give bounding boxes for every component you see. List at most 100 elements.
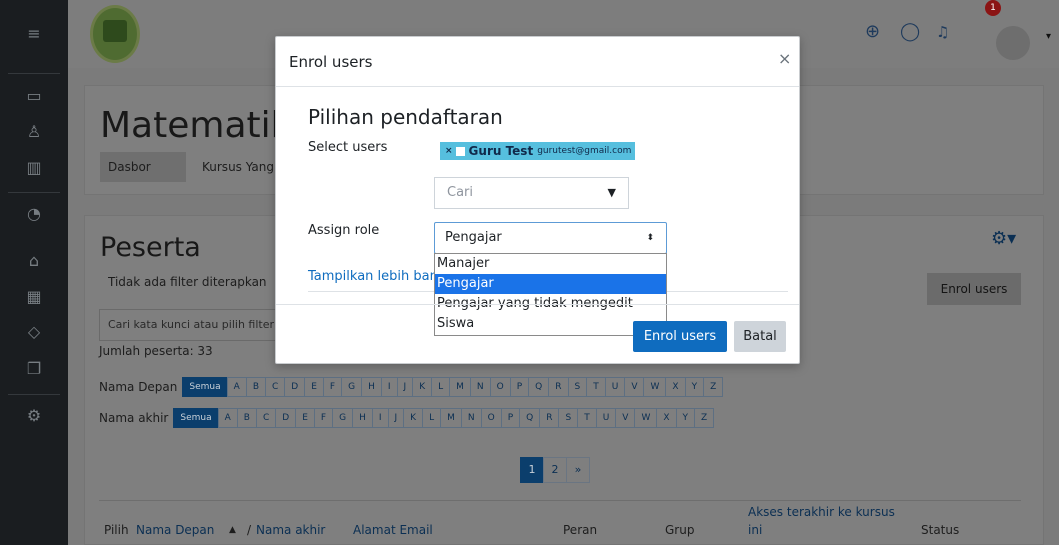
last-name-letter-c[interactable]: C: [255, 408, 277, 428]
graduation-cap-icon[interactable]: ◇: [0, 322, 68, 342]
last-name-letter-w[interactable]: W: [634, 408, 658, 428]
bell-icon[interactable]: ♫: [936, 22, 949, 42]
close-icon[interactable]: ×: [778, 49, 791, 68]
book-icon[interactable]: ▥: [0, 158, 68, 178]
first-name-letter-u[interactable]: U: [604, 377, 626, 397]
first-name-letter-x[interactable]: X: [665, 377, 686, 397]
last-name-all[interactable]: Semua: [173, 408, 219, 428]
column-last-access-cont[interactable]: ini: [748, 523, 762, 537]
first-name-letter-r[interactable]: R: [548, 377, 569, 397]
enrolment-options-heading: Pilihan pendaftaran: [308, 105, 503, 129]
last-name-filter: Nama akhir Semua ABCDEFGHIJKLMNOPQRSTUVW…: [99, 407, 715, 429]
assign-role-label: Assign role: [308, 223, 380, 238]
last-name-letter-p[interactable]: P: [500, 408, 521, 428]
first-name-letter-a[interactable]: A: [226, 377, 247, 397]
remove-tag-icon[interactable]: ×: [445, 146, 453, 156]
last-name-letter-j[interactable]: J: [387, 408, 405, 428]
last-name-letter-e[interactable]: E: [295, 408, 315, 428]
first-name-letter-e[interactable]: E: [304, 377, 324, 397]
assign-role-select[interactable]: Pengajar ⬍: [434, 222, 667, 254]
first-name-letter-t[interactable]: T: [586, 377, 606, 397]
cancel-button[interactable]: Batal: [734, 321, 786, 352]
last-name-letter-a[interactable]: A: [217, 408, 238, 428]
role-option-manajer[interactable]: Manajer: [435, 254, 666, 274]
last-name-letter-k[interactable]: K: [403, 408, 424, 428]
column-first-name[interactable]: Nama Depan: [136, 523, 214, 537]
sidebar-divider: [8, 73, 60, 74]
last-name-letter-f[interactable]: F: [313, 408, 334, 428]
first-name-letter-f[interactable]: F: [322, 377, 343, 397]
first-name-letter-c[interactable]: C: [265, 377, 286, 397]
user-search-select[interactable]: Cari ▼: [434, 177, 629, 209]
first-name-letter-m[interactable]: M: [449, 377, 471, 397]
last-name-letter-n[interactable]: N: [460, 408, 482, 428]
column-last-name[interactable]: Nama akhir: [256, 523, 325, 537]
gauge-icon[interactable]: ◔: [0, 204, 68, 224]
last-name-letter-l[interactable]: L: [422, 408, 442, 428]
column-separator: /: [247, 523, 252, 537]
breadcrumb-item-kursus[interactable]: Kursus Yang Saya Ikuti: [202, 152, 274, 182]
first-name-letter-b[interactable]: B: [245, 377, 266, 397]
first-name-letter-g[interactable]: G: [341, 377, 363, 397]
enrol-users-submit-button[interactable]: Enrol users: [633, 321, 727, 352]
last-name-letter-z[interactable]: Z: [694, 408, 715, 428]
last-name-letter-m[interactable]: M: [440, 408, 462, 428]
logo-emblem: [103, 20, 127, 42]
filter-search-input[interactable]: Cari kata kunci atau pilih filter: [99, 309, 277, 341]
hamburger-icon[interactable]: ≡: [0, 24, 68, 44]
first-name-letter-w[interactable]: W: [643, 377, 667, 397]
first-name-letter-z[interactable]: Z: [703, 377, 724, 397]
first-name-letter-v[interactable]: V: [624, 377, 645, 397]
last-name-letter-v[interactable]: V: [615, 408, 636, 428]
first-name-letter-k[interactable]: K: [412, 377, 433, 397]
last-name-letter-h[interactable]: H: [352, 408, 373, 428]
first-name-all[interactable]: Semua: [182, 377, 228, 397]
first-name-letter-i[interactable]: I: [380, 377, 398, 397]
enrol-users-button[interactable]: Enrol users: [927, 273, 1021, 305]
last-name-letter-q[interactable]: Q: [519, 408, 541, 428]
file-copy-icon[interactable]: ❐: [0, 359, 68, 379]
last-name-letter-u[interactable]: U: [595, 408, 617, 428]
last-name-letter-r[interactable]: R: [539, 408, 560, 428]
user-group-icon[interactable]: ♙: [0, 122, 68, 142]
folder-icon[interactable]: ▭: [0, 86, 68, 106]
last-name-letter-d[interactable]: D: [275, 408, 297, 428]
chevron-down-icon[interactable]: ▾: [1046, 31, 1051, 42]
selected-user-tag[interactable]: × Guru Test gurutest@gmail.com: [440, 142, 636, 160]
last-name-letter-y[interactable]: Y: [675, 408, 696, 428]
calendar-icon[interactable]: ▦: [0, 287, 68, 307]
home-icon[interactable]: ⌂: [0, 251, 68, 271]
gear-icon[interactable]: ⚙▾: [991, 228, 1016, 249]
globe-icon[interactable]: ⊕: [865, 22, 880, 42]
first-name-letter-d[interactable]: D: [284, 377, 306, 397]
last-name-letter-i[interactable]: I: [371, 408, 389, 428]
first-name-letter-p[interactable]: P: [509, 377, 530, 397]
last-name-letter-t[interactable]: T: [577, 408, 597, 428]
role-option-pengajar[interactable]: Pengajar: [435, 274, 666, 294]
first-name-letter-n[interactable]: N: [469, 377, 491, 397]
first-name-letter-h[interactable]: H: [361, 377, 382, 397]
site-logo[interactable]: [90, 5, 140, 63]
page-link-1[interactable]: 1: [520, 457, 544, 483]
last-name-letter-x[interactable]: X: [656, 408, 677, 428]
first-name-letter-s[interactable]: S: [567, 377, 588, 397]
gear-icon[interactable]: ⚙: [0, 406, 68, 426]
last-name-letter-s[interactable]: S: [558, 408, 579, 428]
first-name-letter-q[interactable]: Q: [528, 377, 550, 397]
first-name-letter-l[interactable]: L: [431, 377, 451, 397]
page-link-2[interactable]: 2: [543, 457, 567, 483]
message-icon[interactable]: ◯: [900, 22, 920, 42]
avatar[interactable]: [996, 26, 1030, 60]
page-link-next[interactable]: »: [566, 457, 590, 483]
breadcrumb-item-dasbor[interactable]: Dasbor: [100, 152, 186, 182]
role-option-siswa[interactable]: Siswa: [435, 314, 666, 334]
column-email[interactable]: Alamat Email: [353, 523, 433, 537]
dialog-footer-divider: [276, 304, 799, 305]
column-last-access[interactable]: Akses terakhir ke kursus: [748, 505, 895, 519]
last-name-letter-g[interactable]: G: [332, 408, 354, 428]
first-name-letter-o[interactable]: O: [489, 377, 511, 397]
first-name-letter-j[interactable]: J: [396, 377, 414, 397]
last-name-letter-o[interactable]: O: [480, 408, 502, 428]
first-name-letter-y[interactable]: Y: [684, 377, 705, 397]
last-name-letter-b[interactable]: B: [236, 408, 257, 428]
